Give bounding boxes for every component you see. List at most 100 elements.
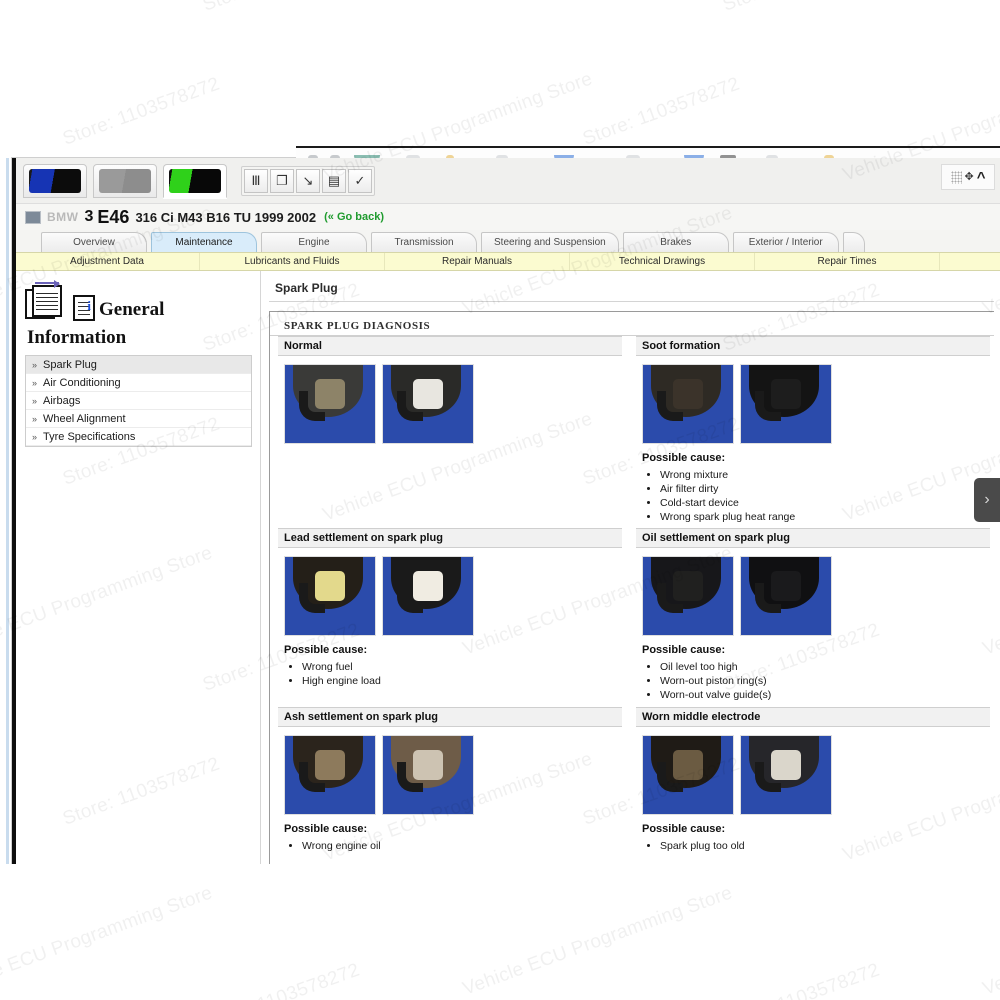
diagnosis-card-worn-middle-electrode: Worn middle electrode Possible cause: • … — [632, 707, 994, 858]
diagnosis-card-oil-settlement: Oil settlement on spark plug Possible ca… — [632, 528, 994, 707]
cause-item: Air filter dirty — [660, 483, 990, 497]
vehicle-title-bar: BMW 3 E46 316 Ci M43 B16 TU 1999 2002 («… — [15, 204, 1000, 230]
possible-cause-label: Possible cause: — [642, 823, 726, 836]
vehicle-tab-green[interactable] — [163, 163, 227, 198]
spark-plug-photo — [642, 735, 734, 816]
sidebar-item-spark-plug[interactable]: » Spark Plug — [26, 356, 251, 374]
photo-row — [284, 735, 622, 816]
window-controls[interactable]: ✥ ^ — [941, 164, 995, 190]
car-blue-icon — [29, 168, 81, 193]
spark-plug-photo — [382, 735, 474, 816]
chevron-right-icon: » — [32, 431, 38, 442]
possible-cause-label: Possible cause: — [284, 644, 368, 657]
sidebar-item-air-conditioning[interactable]: » Air Conditioning — [26, 374, 251, 392]
tab-overview[interactable]: Overview — [41, 232, 147, 252]
cause-item: Spark plug too old — [660, 840, 990, 854]
subtab-row: Adjustment Data Lubricants and Fluids Re… — [15, 252, 1000, 271]
caret-up-icon[interactable]: ^ — [977, 170, 986, 185]
cause-item: Wrong spark plug heat range — [660, 511, 990, 525]
subtab-technical-drawings[interactable]: Technical Drawings — [570, 253, 755, 270]
document-panel: Spark plug diagnosis Normal — [269, 311, 994, 864]
tab-exterior-interior[interactable]: Exterior / Interior — [732, 232, 839, 252]
measure-icon[interactable]: ↘ — [296, 168, 320, 193]
subtab-repair-times[interactable]: Repair Times — [755, 253, 940, 270]
manufacturer-logo-icon — [25, 210, 41, 224]
photo-row — [642, 556, 990, 637]
page-background-bottom — [0, 864, 1000, 1000]
spark-plug-photo — [284, 364, 376, 444]
tool-icon-group: Ⅲ ❐ ↘ ▤ ✓ — [241, 165, 375, 196]
possible-cause-label: Possible cause: — [642, 644, 726, 657]
resize-icon[interactable]: ✥ — [965, 171, 974, 183]
sidebar-item-tyre-specifications[interactable]: » Tyre Specifications — [26, 428, 251, 446]
card-title: Worn middle electrode — [636, 707, 990, 728]
spark-plug-photo — [740, 735, 832, 816]
cause-item: Wrong mixture — [660, 469, 990, 483]
chart-icon[interactable]: Ⅲ — [244, 168, 268, 193]
grip-dots-icon[interactable] — [950, 170, 962, 184]
sidebar-item-label: Tyre Specifications — [43, 430, 136, 443]
sidebar-item-wheel-alignment[interactable]: » Wheel Alignment — [26, 410, 251, 428]
cause-item: Wrong engine oil — [302, 840, 622, 854]
cause-item: High engine load — [302, 675, 622, 689]
chevron-right-icon: » — [32, 359, 38, 370]
calculator-icon[interactable]: ▤ — [322, 168, 346, 193]
primary-tab-row: Overview Maintenance Engine Transmission… — [15, 230, 1000, 252]
diagnosis-grid: Normal Soot formation Possible cause: • … — [270, 336, 994, 858]
diagnosis-card-soot-formation: Soot formation Possible cause: • Wrong m… — [632, 336, 994, 528]
photo-row — [642, 364, 990, 444]
application-window: Ⅲ ❐ ↘ ▤ ✓ BMW 3 E46 316 Ci M43 B16 TU 19… — [12, 158, 1000, 864]
sidebar-title-line2: Information — [27, 327, 127, 348]
vehicle-series: 3 — [84, 208, 94, 225]
vehicle-code: E46 — [97, 206, 130, 227]
sidebar-nav-list: » Spark Plug » Air Conditioning » Airbag… — [25, 355, 252, 447]
watermark-text: Store: 1103578272 — [720, 0, 883, 17]
cause-list: Wrong mixture Air filter dirty Cold-star… — [642, 469, 990, 524]
spark-plug-photo — [382, 556, 474, 637]
cause-item: Wrong fuel — [302, 661, 622, 675]
next-page-button[interactable]: › — [974, 478, 1000, 522]
subtab-lubricants-and-fluids[interactable]: Lubricants and Fluids — [200, 253, 385, 270]
photo-row — [284, 556, 622, 637]
photo-row — [642, 735, 990, 816]
subtab-adjustment-data[interactable]: Adjustment Data — [15, 253, 200, 270]
tab-steering-and-suspension[interactable]: Steering and Suspension — [481, 232, 619, 252]
vehicle-tab-gray[interactable] — [93, 163, 157, 198]
diagnosis-card-normal: Normal — [270, 336, 632, 528]
tab-engine[interactable]: Engine — [261, 232, 367, 252]
go-back-link[interactable]: (« Go back) — [324, 211, 384, 223]
body: i General Information » Spark Plug » Air… — [15, 271, 1000, 864]
copy-icon[interactable]: ❐ — [270, 168, 294, 193]
tab-overflow[interactable] — [842, 232, 865, 252]
cause-item: Cold-start device — [660, 497, 990, 511]
card-title: Soot formation — [636, 336, 990, 356]
sidebar-item-label: Airbags — [43, 394, 81, 407]
cause-list: Wrong fuel High engine load — [284, 661, 622, 689]
sidebar-item-label: Air Conditioning — [43, 376, 121, 389]
cause-list: Wrong engine oil — [284, 840, 622, 854]
wrench-icon[interactable]: ✓ — [348, 168, 372, 193]
spark-plug-photo — [382, 364, 474, 444]
info-document-icon: i — [73, 295, 95, 321]
tab-brakes[interactable]: Brakes — [622, 232, 729, 252]
subtab-repair-manuals[interactable]: Repair Manuals — [385, 253, 570, 270]
chevron-right-icon: » — [32, 395, 38, 406]
chevron-right-icon: » — [32, 413, 38, 424]
cause-item: Worn-out piston ring(s) — [660, 675, 990, 689]
toolbar: Ⅲ ❐ ↘ ▤ ✓ — [15, 158, 1000, 204]
spark-plug-photo — [284, 556, 376, 637]
diagnosis-card-lead-settlement: Lead settlement on spark plug Possible c… — [270, 528, 632, 707]
photo-row — [284, 364, 622, 444]
sidebar-item-airbags[interactable]: » Airbags — [26, 392, 251, 410]
spark-plug-photo — [740, 556, 832, 637]
manufacturer-name: BMW — [47, 210, 79, 224]
window-left-dark-rail — [12, 158, 16, 864]
cause-item: Oil level too high — [660, 661, 990, 675]
content-pane: Spark Plug Spark plug diagnosis Normal — [261, 271, 1000, 864]
vehicle-tab-blue[interactable] — [23, 163, 87, 198]
cause-item: Worn-out valve guide(s) — [660, 689, 990, 703]
tab-maintenance[interactable]: Maintenance — [151, 232, 257, 252]
card-title: Ash settlement on spark plug — [278, 707, 622, 728]
possible-cause-label: Possible cause: — [284, 823, 368, 836]
tab-transmission[interactable]: Transmission — [371, 232, 477, 252]
